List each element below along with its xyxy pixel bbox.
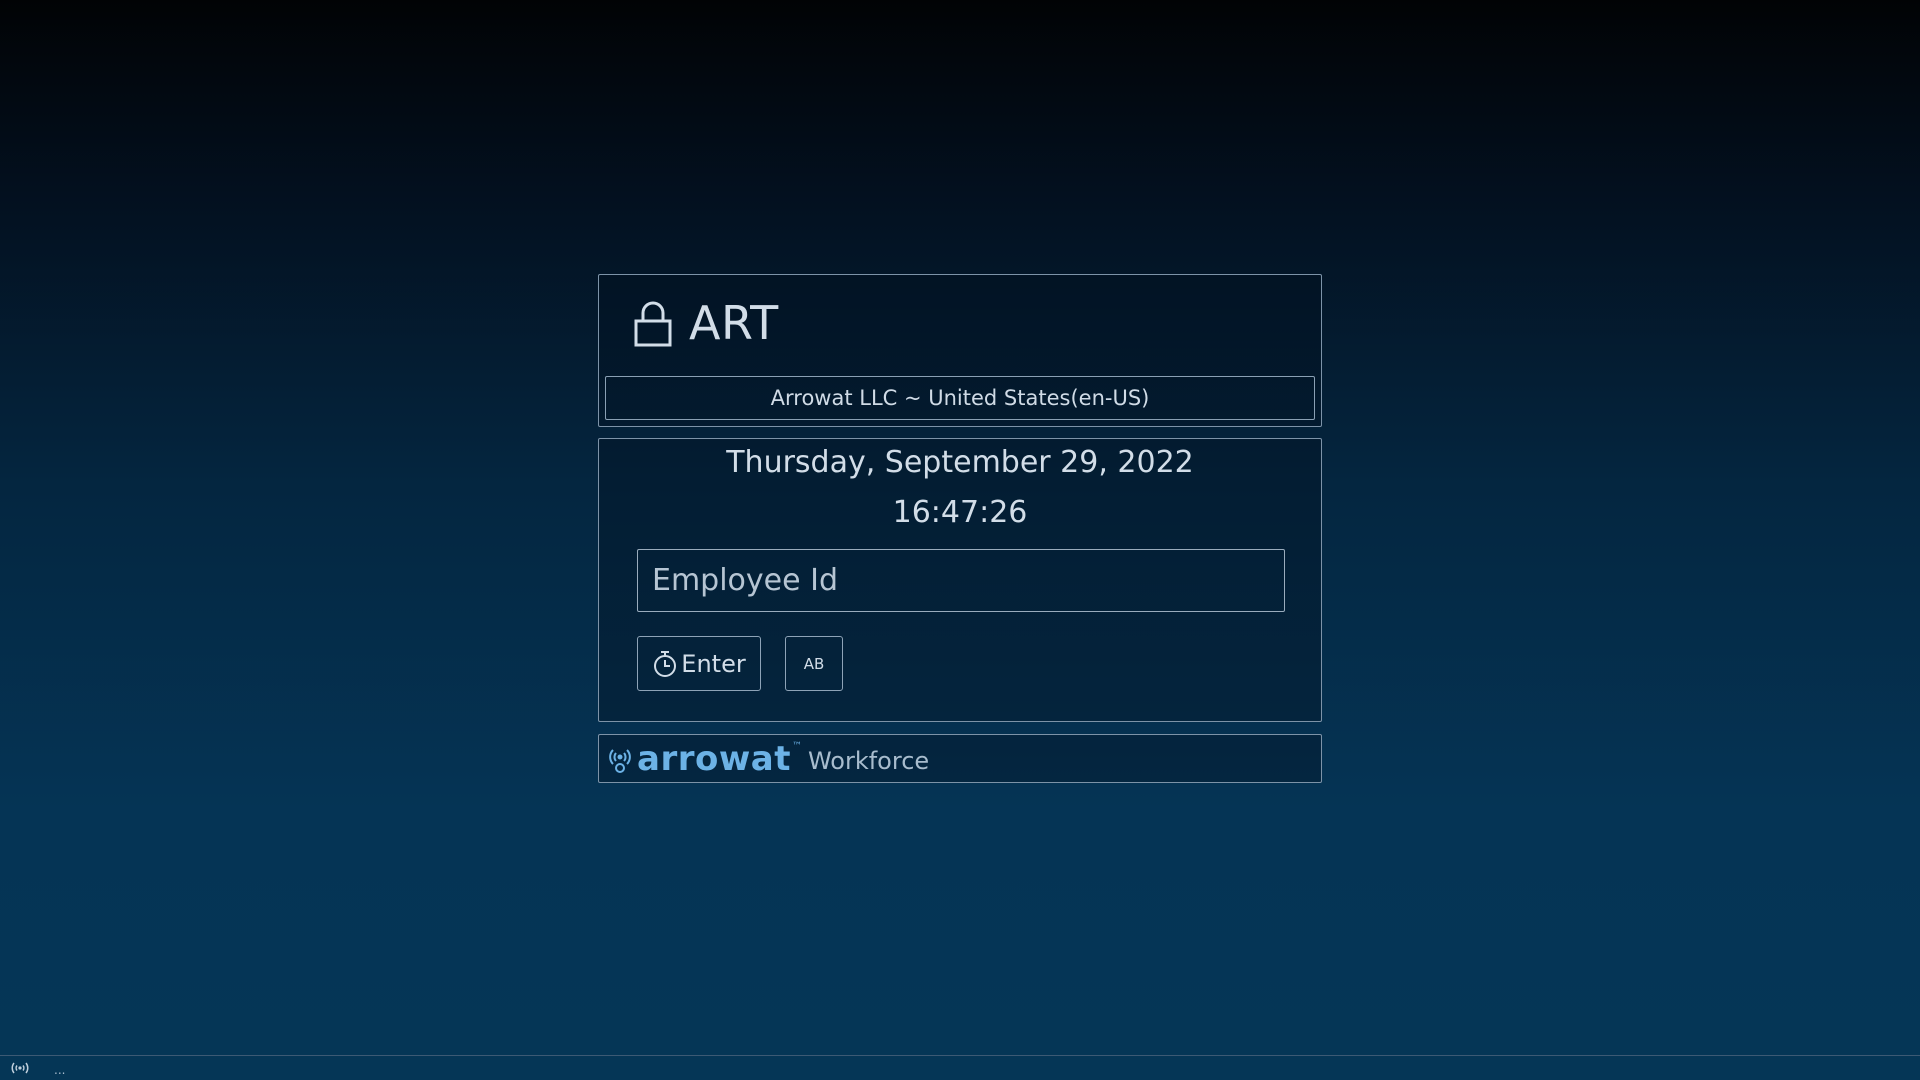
keyboard-toggle-button[interactable]: AB <box>785 636 843 691</box>
brand-row: arrowat ™ Workforce <box>607 735 929 782</box>
lock-icon <box>634 301 672 347</box>
clock-panel: Thursday, September 29, 2022 16:47:26 En… <box>598 438 1322 722</box>
signal-icon <box>11 1062 29 1074</box>
enter-button-label: Enter <box>681 649 746 678</box>
enter-button[interactable]: Enter <box>637 636 761 691</box>
app-title: ART <box>689 296 779 350</box>
header-panel: ART Arrowat LLC ~ United States(en-US) <box>598 274 1322 427</box>
current-time: 16:47:26 <box>892 495 1028 530</box>
brand-product: Workforce <box>807 746 930 775</box>
company-locale-selector[interactable]: Arrowat LLC ~ United States(en-US) <box>605 376 1315 420</box>
employee-id-input[interactable] <box>637 549 1285 612</box>
timer-icon <box>654 650 677 677</box>
brand-footer: arrowat ™ Workforce <box>598 734 1322 783</box>
status-text: ... <box>54 1063 66 1077</box>
current-date: Thursday, September 29, 2022 <box>726 445 1194 480</box>
app-title-row: ART <box>633 293 779 353</box>
status-bar: ... <box>0 1055 1920 1080</box>
brand-name: arrowat <box>637 738 791 779</box>
brand-trademark: ™ <box>791 741 802 752</box>
arrowat-logo-mark <box>609 748 631 773</box>
